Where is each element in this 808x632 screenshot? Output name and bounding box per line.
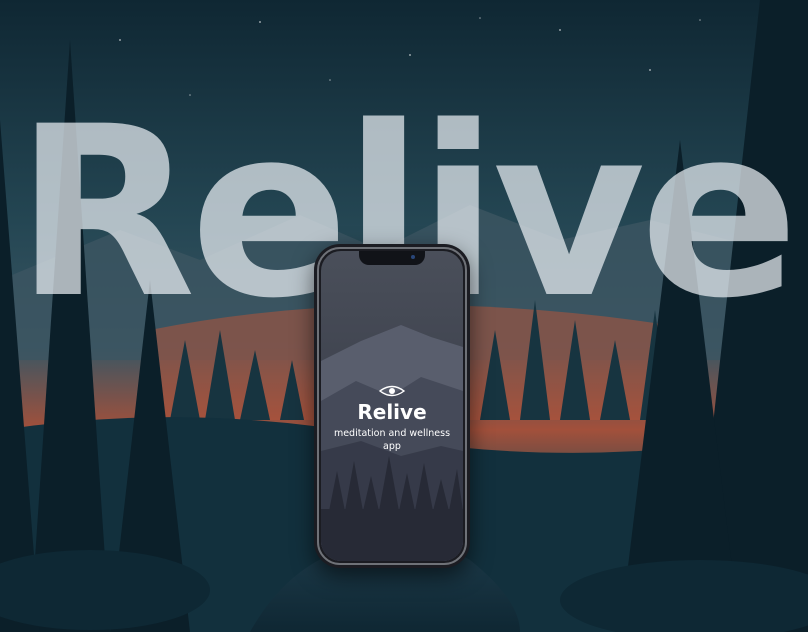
app-name: Relive: [357, 400, 427, 424]
eye-icon: [378, 385, 406, 397]
app-tagline: meditation and wellness app: [333, 428, 451, 452]
phone-notch: [359, 251, 425, 265]
phone-screen: Relive meditation and wellness app: [321, 251, 463, 561]
camera-icon: [411, 255, 415, 259]
phone-mockup: Relive meditation and wellness app: [314, 244, 470, 568]
